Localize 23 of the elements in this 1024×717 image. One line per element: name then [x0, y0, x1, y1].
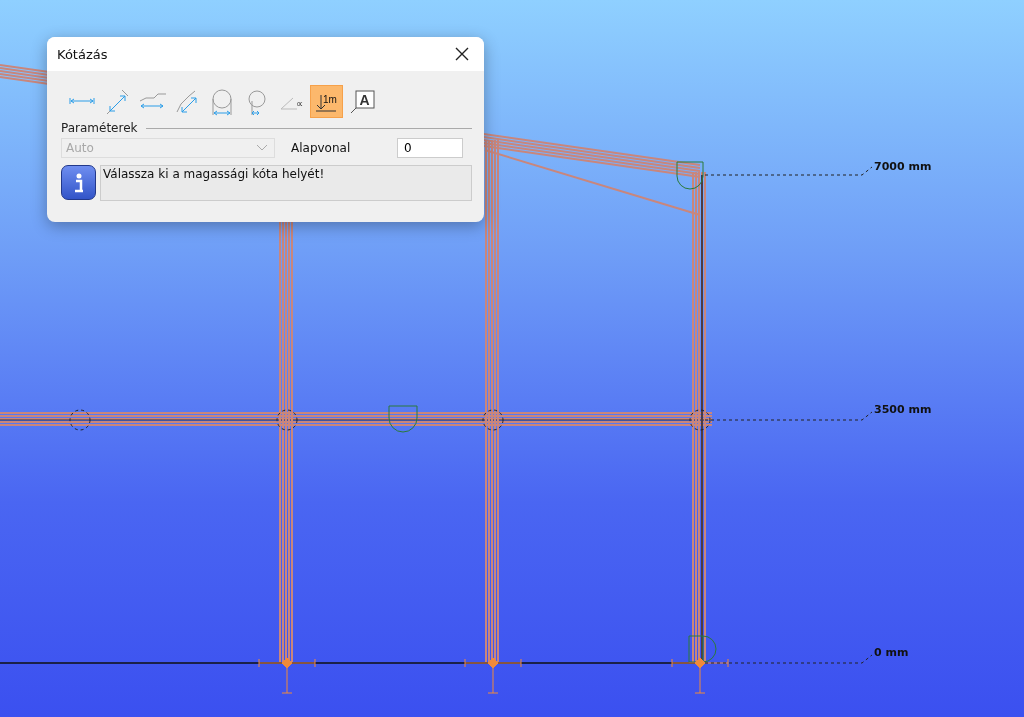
baseline-label: Alapvonal [291, 141, 352, 155]
baseline-input[interactable]: 0 [397, 138, 463, 158]
section-label: Paraméterek [61, 121, 138, 135]
info-icon [61, 165, 96, 200]
stepped-dimension-icon [139, 93, 166, 108]
level-label: 0 mm [874, 646, 909, 659]
horizontal-dimension-icon [69, 97, 94, 104]
level-label: 7000 mm [874, 160, 932, 173]
angle-dimension-tool-button[interactable]: ∝ [275, 85, 308, 118]
dialog-title: Kótázás [57, 46, 108, 62]
level-label: 3500 mm [874, 403, 932, 416]
text-dimension-tool-button[interactable]: A [345, 85, 378, 118]
chevron-down-icon [256, 144, 268, 152]
level-dimension-tool-button[interactable]: 1m [310, 85, 343, 118]
radius-dimension-icon [248, 90, 265, 115]
diameter-dimension-icon [212, 89, 231, 115]
level-dimension-icon [315, 94, 336, 111]
aligned-stepped-dimension-icon [176, 90, 196, 112]
status-message: Válassza ki a magassági kóta helyét! [100, 165, 472, 201]
text-dimension-icon [350, 90, 374, 113]
aligned-dimension-icon [106, 89, 128, 114]
angle-dimension-icon [280, 97, 297, 109]
close-icon [455, 47, 469, 61]
